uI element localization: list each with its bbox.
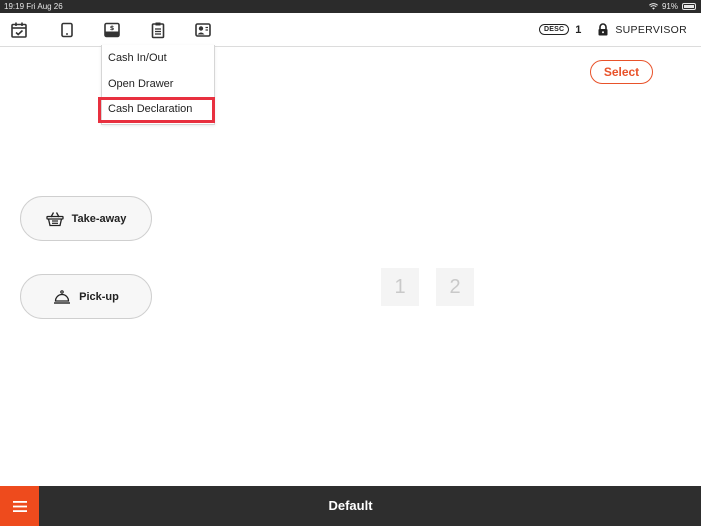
take-away-label: Take-away: [71, 212, 127, 225]
bottom-bar-title: Default: [328, 498, 373, 513]
lock-icon: [598, 23, 608, 36]
status-time: 19:19 Fri Aug 26: [4, 2, 63, 11]
user-role-label[interactable]: SUPERVISOR: [615, 24, 687, 36]
tablet-icon[interactable]: [58, 21, 76, 39]
clipboard-icon[interactable]: [149, 21, 167, 39]
desc-count: 1: [575, 23, 582, 36]
menu-button[interactable]: [0, 486, 39, 526]
top-toolbar: $ DESC 1 SUPERVISOR: [0, 13, 701, 47]
status-bar: 19:19 Fri Aug 26 91%: [0, 0, 701, 13]
select-button[interactable]: Select: [590, 60, 653, 84]
highlight-box: [98, 97, 215, 123]
battery-percent: 91%: [661, 2, 678, 11]
svg-text:$: $: [110, 24, 115, 32]
bottom-bar: Default: [0, 486, 701, 526]
desc-badge[interactable]: DESC: [538, 24, 570, 35]
pick-up-button[interactable]: Pick-up: [20, 274, 152, 319]
pick-up-label: Pick-up: [79, 290, 119, 303]
basket-icon: [45, 211, 64, 226]
staff-icon[interactable]: [194, 21, 212, 39]
take-away-button[interactable]: Take-away: [20, 196, 152, 241]
wifi-icon: [649, 3, 658, 10]
menu-item-open-drawer[interactable]: Open Drawer: [108, 78, 173, 90]
table-tile-2[interactable]: 2: [436, 268, 474, 306]
calendar-icon[interactable]: [10, 21, 28, 39]
menu-item-cash-in-out[interactable]: Cash In/Out: [108, 52, 167, 64]
cash-drawer-icon[interactable]: $: [103, 21, 121, 39]
hamburger-icon: [12, 500, 27, 512]
cloche-icon: [54, 289, 71, 304]
battery-icon: [682, 3, 696, 10]
table-tile-1[interactable]: 1: [381, 268, 419, 306]
